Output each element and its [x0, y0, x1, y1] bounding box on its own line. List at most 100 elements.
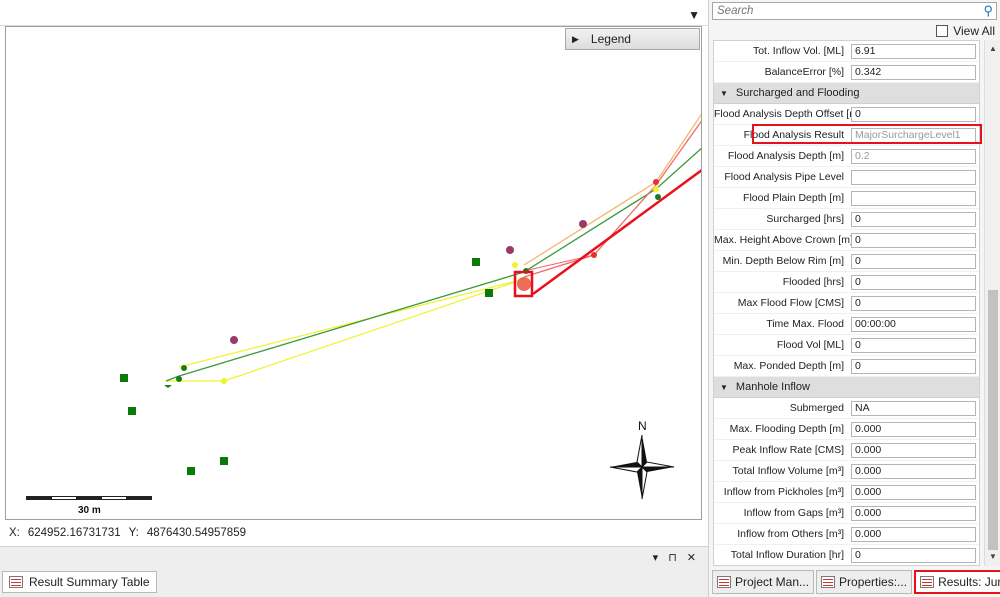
property-row[interactable]: Time Max. Flood 00:00:00 — [714, 314, 979, 335]
scrollbar-thumb[interactable] — [988, 290, 998, 550]
property-value-field[interactable]: 0.000 — [851, 526, 976, 542]
storage-node[interactable] — [506, 246, 514, 254]
property-value-field[interactable]: 0 — [851, 358, 976, 374]
junction-node[interactable] — [512, 262, 518, 268]
dock-pin-icon[interactable]: ⊓ — [668, 551, 677, 564]
coordinate-readout: X: 624952.16731731 Y: 4876430.54957859 — [0, 520, 708, 546]
properties-panel: ⚲ View All Tot. Inflow Vol. [ML] 6.91 Bala… — [708, 0, 1000, 597]
property-value-field[interactable]: MajorSurchargeLevel1 — [851, 127, 976, 143]
tab-properties[interactable]: Properties:... — [816, 570, 913, 594]
selected-junction-node[interactable] — [517, 277, 531, 291]
property-label: Max. Flooding Depth [m] — [729, 423, 844, 435]
property-value-field[interactable]: 0.000 — [851, 421, 976, 437]
property-row[interactable]: Flood Analysis Depth [m] 0.2 — [714, 146, 979, 167]
junction-node[interactable] — [221, 378, 227, 384]
category-manhole-inflow[interactable]: ▼ Manhole Inflow — [714, 377, 979, 398]
property-label: Flooded [hrs] — [782, 276, 844, 288]
property-value-field[interactable]: 0 — [851, 274, 976, 290]
subcatchment-marker[interactable] — [187, 467, 195, 475]
property-label: Inflow from Gaps [m³] — [743, 507, 844, 519]
north-arrow-icon — [609, 434, 675, 500]
view-all-toggle[interactable]: View All — [936, 24, 995, 38]
tab-results-junction[interactable]: Results: Junc... — [914, 570, 1000, 594]
property-value-field[interactable]: 0.000 — [851, 505, 976, 521]
search-icon[interactable]: ⚲ — [983, 3, 993, 19]
view-all-checkbox[interactable] — [936, 25, 949, 37]
dock-menu-icon[interactable]: ▾ — [653, 551, 659, 564]
property-value-field[interactable]: 0.342 — [851, 64, 976, 80]
property-value-field[interactable]: 0 — [851, 211, 976, 227]
property-row[interactable]: Flood Vol [ML] 0 — [714, 335, 979, 356]
subcatchment-marker[interactable] — [220, 457, 228, 465]
property-row[interactable]: Max. Height Above Crown [m] 0 — [714, 230, 979, 251]
property-row[interactable]: Flood Analysis Depth Offset [m] 0 — [714, 104, 979, 125]
property-row[interactable]: Peak Inflow Rate [CMS] 0.000 — [714, 440, 979, 461]
property-row[interactable]: Max. Ponded Depth [m] 0 — [714, 356, 979, 377]
category-surcharged-flooding[interactable]: ▼ Surcharged and Flooding — [714, 83, 979, 104]
property-row[interactable]: Flooded [hrs] 0 — [714, 272, 979, 293]
dock-close-icon[interactable]: ✕ — [687, 551, 696, 564]
conduit-red[interactable] — [523, 119, 702, 278]
junction-node[interactable] — [655, 194, 661, 200]
subcatchment-marker[interactable] — [472, 258, 480, 266]
property-value-field[interactable]: 0 — [851, 106, 976, 122]
junction-node[interactable] — [181, 365, 187, 371]
junction-node[interactable] — [653, 179, 659, 185]
property-row[interactable]: Flood Analysis Result MajorSurchargeLevel… — [714, 125, 979, 146]
storage-node[interactable] — [230, 336, 238, 344]
property-value-field[interactable]: 0 — [851, 337, 976, 353]
property-label: Flood Analysis Depth Offset [m] — [714, 108, 861, 120]
search-box: ⚲ — [712, 2, 997, 20]
property-row[interactable]: Min. Depth Below Rim [m] 0 — [714, 251, 979, 272]
property-row[interactable]: Flood Plain Depth [m] — [714, 188, 979, 209]
property-value-field[interactable] — [851, 169, 976, 185]
collapse-icon: ▼ — [720, 88, 728, 98]
map-menu-icon[interactable]: ▼ — [688, 8, 700, 22]
property-value-field[interactable]: 0.000 — [851, 463, 976, 479]
property-row[interactable]: Total Inflow Volume [m³] 0.000 — [714, 461, 979, 482]
junction-node[interactable] — [176, 376, 182, 382]
property-grid-scrollbar[interactable]: ▲ ▼ — [984, 40, 1000, 566]
property-row[interactable]: Inflow from Others [m³] 0.000 — [714, 524, 979, 545]
subcatchment-marker[interactable] — [485, 289, 493, 297]
property-value-field[interactable]: NA — [851, 400, 976, 416]
property-value-field[interactable]: 0 — [851, 547, 976, 563]
property-row[interactable]: Flood Analysis Pipe Level — [714, 167, 979, 188]
property-row[interactable]: Surcharged [hrs] 0 — [714, 209, 979, 230]
property-row[interactable]: Max Flood Flow [CMS] 0 — [714, 293, 979, 314]
conduit-yellow-1[interactable] — [178, 278, 525, 368]
search-input[interactable] — [713, 3, 973, 19]
property-row[interactable]: Max. Flooding Depth [m] 0.000 — [714, 419, 979, 440]
property-value-field[interactable] — [851, 190, 976, 206]
tab-project-manager[interactable]: Project Man... — [712, 570, 815, 594]
conduit-green[interactable] — [165, 147, 702, 382]
junction-node[interactable] — [653, 186, 659, 192]
map-canvas[interactable]: N 30 m — [6, 27, 702, 520]
storage-node[interactable] — [579, 220, 587, 228]
subcatchment-marker[interactable] — [120, 374, 128, 382]
property-row[interactable]: Total Inflow Duration [hr] 0 — [714, 545, 979, 565]
legend-toggle-button[interactable]: ▶ Legend — [565, 28, 700, 50]
map-view[interactable]: N 30 m ▶ Legend — [5, 26, 702, 520]
scroll-up-icon[interactable]: ▲ — [987, 43, 999, 55]
property-row[interactable]: Tot. Inflow Vol. [ML] 6.91 — [714, 41, 979, 62]
property-value-field[interactable]: 0.2 — [851, 148, 976, 164]
subcatchment-marker[interactable] — [128, 407, 136, 415]
property-row[interactable]: Inflow from Gaps [m³] 0.000 — [714, 503, 979, 524]
property-row[interactable]: BalanceError [%] 0.342 — [714, 62, 979, 83]
junction-node[interactable] — [591, 252, 597, 258]
property-value-field[interactable]: 0 — [851, 232, 976, 248]
property-row[interactable]: Submerged NA — [714, 398, 979, 419]
property-label: Surcharged [hrs] — [766, 213, 844, 225]
property-value-field[interactable]: 0.000 — [851, 442, 976, 458]
property-value-field[interactable]: 0 — [851, 253, 976, 269]
property-value-field[interactable]: 6.91 — [851, 43, 976, 59]
tab-result-summary-table[interactable]: Result Summary Table — [2, 571, 157, 593]
scroll-down-icon[interactable]: ▼ — [987, 551, 999, 563]
outfall-node[interactable] — [164, 385, 172, 388]
property-value-field[interactable]: 0 — [851, 295, 976, 311]
property-row[interactable]: Inflow from Pickholes [m³] 0.000 — [714, 482, 979, 503]
property-value-field[interactable]: 0.000 — [851, 484, 976, 500]
property-value-field[interactable]: 00:00:00 — [851, 316, 976, 332]
conduit-yellow-2[interactable] — [223, 278, 525, 382]
